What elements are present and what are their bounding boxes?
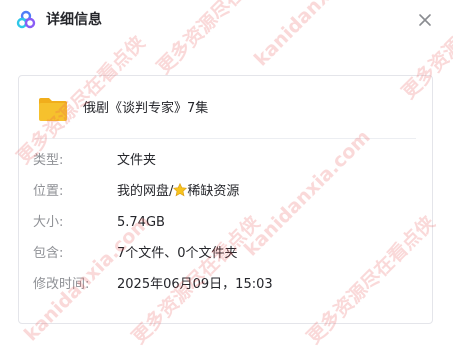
location-value: 我的网盘/稀缺资源 bbox=[117, 182, 239, 202]
contains-value: 7个文件、0个文件夹 bbox=[117, 246, 238, 261]
folder-icon bbox=[39, 98, 67, 121]
modified-row: 修改时间: 2025年06月09日，15:03 bbox=[33, 275, 418, 295]
close-icon[interactable] bbox=[414, 9, 436, 31]
type-row: 类型: 文件夹 bbox=[33, 151, 418, 171]
contains-row: 包含: 7个文件、0个文件夹 bbox=[33, 244, 418, 264]
modified-value: 2025年06月09日，15:03 bbox=[117, 277, 273, 292]
size-label: 大小: bbox=[33, 215, 64, 230]
type-value: 文件夹 bbox=[117, 153, 157, 168]
dialog-title: 详细信息 bbox=[46, 12, 102, 28]
contains-label: 包含: bbox=[33, 246, 64, 261]
type-label: 类型: bbox=[33, 153, 64, 168]
location-path[interactable]: 我的网盘/ bbox=[117, 184, 173, 199]
cloud-app-logo-icon bbox=[16, 10, 36, 29]
location-row: 位置: 我的网盘/稀缺资源 bbox=[33, 182, 418, 202]
details-card: 俄剧《谈判专家》7集 类型: 文件夹 位置: 我的网盘/稀缺资源 大小: 5.7… bbox=[18, 75, 433, 324]
size-row: 大小: 5.74GB bbox=[33, 213, 418, 233]
size-value: 5.74GB bbox=[117, 215, 165, 230]
location-label: 位置: bbox=[33, 184, 64, 199]
file-name: 俄剧《谈判专家》7集 bbox=[83, 101, 209, 116]
dialog-header: 详细信息 bbox=[0, 0, 453, 40]
modified-label: 修改时间: bbox=[33, 277, 90, 292]
location-folder[interactable]: 稀缺资源 bbox=[187, 184, 239, 199]
divider bbox=[35, 138, 416, 139]
star-icon bbox=[173, 183, 188, 197]
